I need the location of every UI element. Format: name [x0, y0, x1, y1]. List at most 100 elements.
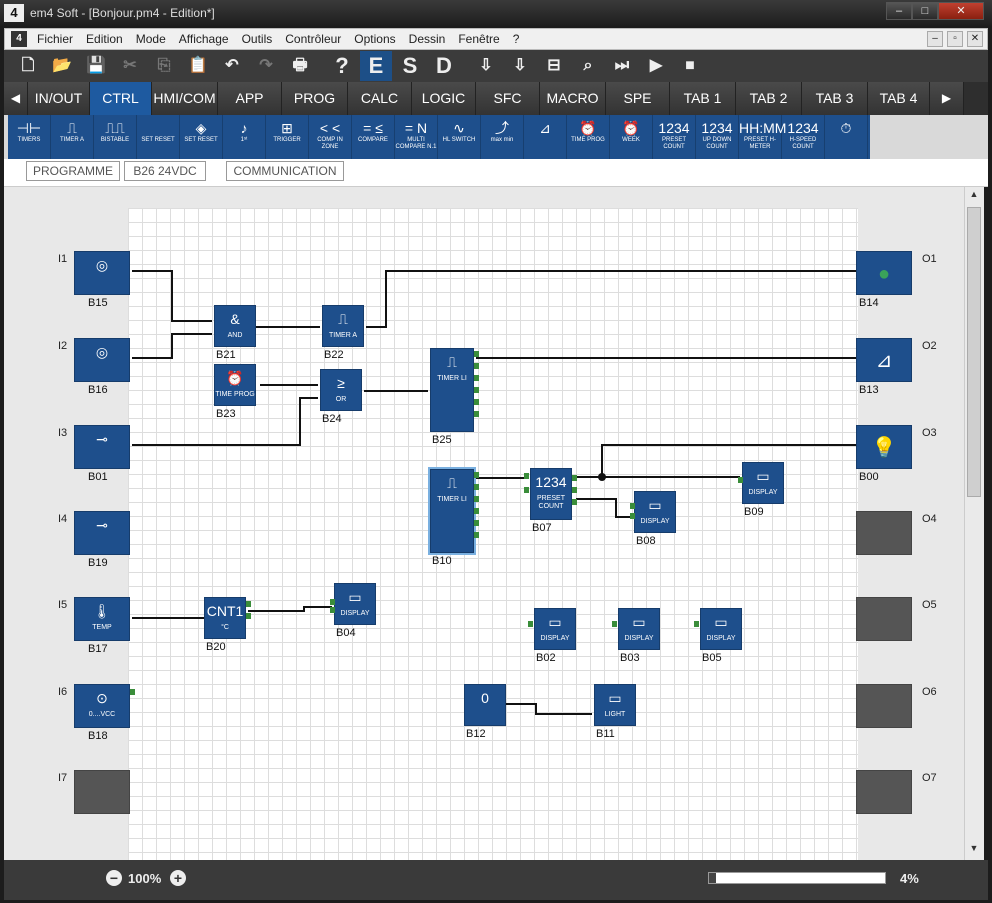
port-connector[interactable]	[612, 621, 617, 627]
function-block[interactable]: ▭ DISPLAY	[618, 608, 660, 650]
menu-item[interactable]: Dessin	[409, 32, 446, 46]
input-block[interactable]: ⊸	[74, 425, 130, 469]
programme-tab[interactable]: PROGRAMME	[26, 161, 120, 181]
tab-calc[interactable]: CALC	[348, 82, 412, 115]
maximize-button[interactable]: □	[912, 2, 938, 20]
port-connector[interactable]	[474, 411, 479, 417]
zoom-in-icon[interactable]: +	[170, 870, 186, 886]
ribbon-item[interactable]: 1234 PRESET COUNT	[653, 115, 696, 159]
port-connector[interactable]	[246, 601, 251, 607]
menu-item[interactable]: Fichier	[37, 32, 73, 46]
tabs-left-icon[interactable]: ◀	[4, 82, 28, 115]
ribbon-item[interactable]: ⏰ WEEK	[610, 115, 653, 159]
tab-tab-1[interactable]: TAB 1	[670, 82, 736, 115]
menu-item[interactable]: Options	[354, 32, 395, 46]
menu-item[interactable]: Affichage	[179, 32, 229, 46]
output-block[interactable]: ⊿	[856, 338, 912, 382]
communication-tab[interactable]: COMMUNICATION	[226, 161, 344, 181]
ribbon-item[interactable]: ⊞ TRIGGER	[266, 115, 309, 159]
port-connector[interactable]	[474, 363, 479, 369]
function-block[interactable]: ⎍ TIMER A	[322, 305, 364, 347]
port-connector[interactable]	[474, 351, 479, 357]
edit-mode-icon[interactable]: E	[360, 51, 392, 81]
input-block[interactable]: ◎	[74, 338, 130, 382]
function-block[interactable]: ▭ LIGHT	[594, 684, 636, 726]
debug-mode-icon[interactable]: D	[428, 51, 460, 81]
port-connector[interactable]	[528, 621, 533, 627]
port-connector[interactable]	[130, 689, 135, 695]
save-icon[interactable]: 💾	[80, 51, 112, 81]
tab-sfc[interactable]: SFC	[476, 82, 540, 115]
close-button[interactable]: ✕	[938, 2, 984, 20]
tab-logic[interactable]: LOGIC	[412, 82, 476, 115]
run-icon[interactable]: ▶	[640, 51, 672, 81]
simulation-mode-icon[interactable]: S	[394, 51, 426, 81]
connect-icon[interactable]: ⊟	[538, 51, 570, 81]
function-block[interactable]: ⎍ TIMER LI	[430, 348, 474, 432]
output-block[interactable]: ●	[856, 251, 912, 295]
input-block[interactable]: ◎	[74, 251, 130, 295]
device-tab[interactable]: B26 24VDC	[124, 161, 206, 181]
tab-tab-3[interactable]: TAB 3	[802, 82, 868, 115]
port-connector[interactable]	[572, 499, 577, 505]
ribbon-item[interactable]: ◈ SET RESET	[180, 115, 223, 159]
ribbon-item[interactable]: ⏰ TIME PROG	[567, 115, 610, 159]
menu-item[interactable]: ?	[513, 32, 520, 46]
compile-icon[interactable]: ⇩	[470, 51, 502, 81]
function-block[interactable]: ▭ DISPLAY	[534, 608, 576, 650]
port-connector[interactable]	[524, 473, 529, 479]
port-connector[interactable]	[474, 399, 479, 405]
port-connector[interactable]	[474, 472, 479, 478]
menu-item[interactable]: Mode	[136, 32, 166, 46]
port-connector[interactable]	[246, 613, 251, 619]
input-block[interactable]: ⊸	[74, 511, 130, 555]
function-block[interactable]: ▭ DISPLAY	[742, 462, 784, 504]
tab-prog[interactable]: PROG	[282, 82, 348, 115]
ribbon-item[interactable]: SET RESET	[137, 115, 180, 159]
ribbon-item[interactable]: 1234 UP DOWN COUNT	[696, 115, 739, 159]
doc-restore-button[interactable]: ▫	[947, 31, 963, 47]
ribbon-item[interactable]: ⊿	[524, 115, 567, 159]
port-connector[interactable]	[630, 513, 635, 519]
ribbon-item[interactable]: HH:MM PRESET H-METER	[739, 115, 786, 159]
ribbon-item[interactable]: ♪ 1ˢᵗ	[223, 115, 266, 159]
doc-minimize-button[interactable]: –	[927, 31, 943, 47]
tab-spe[interactable]: SPE	[606, 82, 670, 115]
function-block[interactable]: ⎍ TIMER LI	[428, 467, 476, 555]
ribbon-item[interactable]: < < COMP IN ZONE	[309, 115, 352, 159]
diagram-workspace[interactable]: I1 ◎ B15 I2 ◎ B16 I3 ⊸ B01 I4 ⊸ B19 I5 🌡 TEMP B17 I6 ⊙ 0..…	[4, 187, 964, 860]
port-connector[interactable]	[474, 484, 479, 490]
doc-close-button[interactable]: ✕	[967, 31, 983, 47]
ribbon-item[interactable]: ⏱	[825, 115, 868, 159]
ribbon-item[interactable]: ⊣⊢ TIMERS	[8, 115, 51, 159]
new-file-icon[interactable]: 🗋	[12, 51, 44, 81]
vertical-scrollbar[interactable]: ▲ ▼	[964, 187, 984, 860]
cut-icon[interactable]: ✂	[114, 51, 146, 81]
function-block[interactable]: ▭ DISPLAY	[634, 491, 676, 533]
port-connector[interactable]	[330, 607, 335, 613]
function-block[interactable]: 1234 PRESET COUNT	[530, 468, 572, 520]
function-block[interactable]: CNT1 °C	[204, 597, 246, 639]
port-connector[interactable]	[694, 621, 699, 627]
port-connector[interactable]	[474, 520, 479, 526]
port-connector[interactable]	[330, 599, 335, 605]
port-connector[interactable]	[524, 487, 529, 493]
input-block[interactable]: 🌡 TEMP	[74, 597, 130, 641]
port-connector[interactable]	[572, 487, 577, 493]
menu-item[interactable]: Outils	[242, 32, 273, 46]
redo-icon[interactable]: ↷	[250, 51, 282, 81]
ribbon-item[interactable]: = N MULTI COMPARE N.1	[395, 115, 438, 159]
ribbon-item[interactable]: ⎍⎍ BISTABLE	[94, 115, 137, 159]
function-block[interactable]: ≥ OR	[320, 369, 362, 411]
function-block[interactable]: ⏰ TIME PROG	[214, 364, 256, 406]
tab-in-out[interactable]: IN/OUT	[28, 82, 90, 115]
tabs-right-icon[interactable]: ▶	[930, 82, 964, 115]
paste-icon[interactable]: 📋	[182, 51, 214, 81]
scroll-down-icon[interactable]: ▼	[967, 843, 981, 857]
tab-macro[interactable]: MACRO	[540, 82, 606, 115]
ribbon-item[interactable]: ∿ HL SWITCH	[438, 115, 481, 159]
minimize-button[interactable]: –	[886, 2, 912, 20]
menu-item[interactable]: Edition	[86, 32, 123, 46]
ribbon-item[interactable]: ⎍ TIMER A	[51, 115, 94, 159]
zoom-out-icon[interactable]: −	[106, 870, 122, 886]
